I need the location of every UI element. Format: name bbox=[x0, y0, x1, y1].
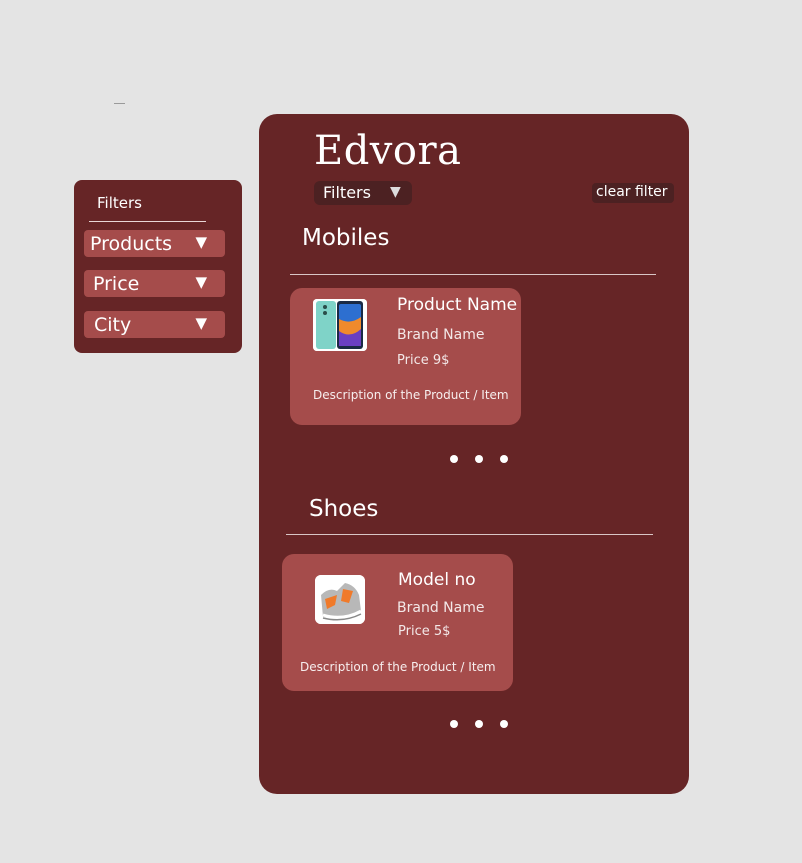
page-dot[interactable] bbox=[475, 720, 483, 728]
section-title-shoes: Shoes bbox=[309, 496, 379, 522]
product-name: Product Name bbox=[397, 295, 518, 315]
shoes-pagination bbox=[450, 720, 508, 728]
chevron-down-icon: ▼ bbox=[390, 184, 401, 200]
mobiles-pagination bbox=[450, 455, 508, 463]
filter-panel-divider bbox=[89, 221, 206, 222]
main-panel: Edvora Filters ▼ clear filter Mobiles Pr… bbox=[259, 114, 689, 794]
product-description: Description of the Product / Item bbox=[300, 660, 496, 674]
chevron-down-icon: ▼ bbox=[195, 233, 207, 251]
city-dropdown[interactable]: City ▼ bbox=[84, 311, 225, 338]
clear-filter-button[interactable]: clear filter bbox=[592, 183, 674, 203]
chevron-down-icon: ▼ bbox=[195, 314, 207, 332]
city-dropdown-label: City bbox=[94, 314, 132, 336]
sneaker-image bbox=[315, 575, 365, 624]
side-filter-panel: Filters Products ▼ Price ▼ City ▼ bbox=[74, 180, 242, 353]
filters-button[interactable]: Filters ▼ bbox=[314, 181, 412, 205]
page-dot[interactable] bbox=[450, 720, 458, 728]
product-name: Model no bbox=[398, 570, 476, 590]
page-dot[interactable] bbox=[450, 455, 458, 463]
section-title-mobiles: Mobiles bbox=[302, 225, 390, 251]
product-price: Price 5$ bbox=[398, 624, 451, 639]
smartphone-image bbox=[313, 299, 367, 351]
page-dot[interactable] bbox=[500, 455, 508, 463]
product-card-mobile[interactable]: Product Name Brand Name Price 9$ Descrip… bbox=[290, 288, 521, 425]
filters-button-label: Filters bbox=[323, 183, 371, 202]
filter-panel-title: Filters bbox=[97, 194, 142, 212]
page-dot[interactable] bbox=[475, 455, 483, 463]
brand-name: Brand Name bbox=[397, 327, 485, 343]
product-price: Price 9$ bbox=[397, 353, 450, 368]
chevron-down-icon: ▼ bbox=[195, 273, 207, 291]
products-dropdown[interactable]: Products ▼ bbox=[84, 230, 225, 257]
products-dropdown-label: Products bbox=[90, 233, 173, 255]
product-description: Description of the Product / Item bbox=[313, 388, 509, 402]
page-dot[interactable] bbox=[500, 720, 508, 728]
brand-name: Brand Name bbox=[397, 600, 485, 616]
price-dropdown-label: Price bbox=[93, 273, 140, 295]
section-divider bbox=[290, 274, 656, 275]
app-title: Edvora bbox=[314, 128, 462, 174]
clear-filter-label: clear filter bbox=[596, 184, 668, 200]
section-divider bbox=[286, 534, 653, 535]
price-dropdown[interactable]: Price ▼ bbox=[84, 270, 225, 297]
divider-mark bbox=[114, 103, 125, 104]
product-card-shoe[interactable]: Model no Brand Name Price 5$ Description… bbox=[282, 554, 513, 691]
